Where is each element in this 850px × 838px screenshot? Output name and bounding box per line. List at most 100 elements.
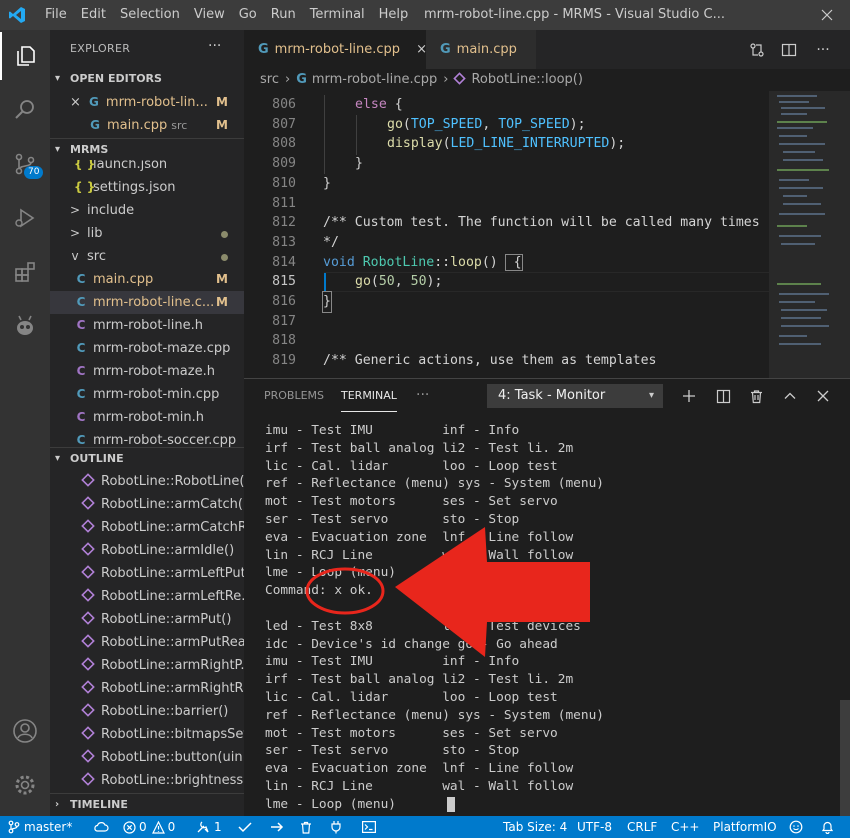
code-editor[interactable]: 806 else { 807 go(TOP_SPEED, TOP_SPEED); 8…	[244, 95, 769, 375]
outline-item[interactable]: RobotLine::armLeftPut()	[50, 562, 244, 585]
more-icon: ···	[816, 41, 830, 58]
serial-monitor-button[interactable]	[330, 816, 342, 838]
run-debug-button[interactable]	[0, 194, 50, 242]
open-editor-name: mrm-robot-lin...	[105, 95, 208, 110]
tree-item-mrm-robot-line-h[interactable]: Cmrm-robot-line.h	[50, 314, 244, 337]
outline-item[interactable]: RobotLine::armLeftRe...	[50, 585, 244, 608]
outline-item[interactable]: RobotLine::armIdle()	[50, 539, 244, 562]
panel-more-button[interactable]: ···	[416, 379, 429, 412]
menu-view[interactable]: View	[187, 0, 232, 30]
extensions-button[interactable]	[0, 248, 50, 296]
manage-button[interactable]	[0, 761, 50, 809]
sidebar-more-button[interactable]: ···	[208, 38, 221, 54]
tree-item-mrm-robot-min-cpp[interactable]: Cmrm-robot-min.cpp	[50, 383, 244, 406]
tree-item-mrm-robot-soccer-cpp[interactable]: Cmrm-robot-soccer.cpp	[50, 429, 244, 447]
open-editor-item[interactable]: Gmain.cpp src M	[50, 114, 244, 137]
build-button[interactable]	[238, 816, 252, 838]
menu-file[interactable]: File	[38, 0, 74, 30]
menu-terminal[interactable]: Terminal	[303, 0, 372, 30]
editor-more-button[interactable]: ···	[808, 30, 838, 69]
menu-help[interactable]: Help	[372, 0, 416, 30]
tab-main-cpp[interactable]: Gmain.cpp	[426, 30, 536, 69]
explorer-button[interactable]	[0, 32, 50, 80]
terminal-scrollbar[interactable]	[840, 700, 850, 817]
outline-item[interactable]: RobotLine::brightness...	[50, 769, 244, 792]
outline-item[interactable]: RobotLine::armPut()	[50, 608, 244, 631]
tree-item-mrm-robot-min-h[interactable]: Cmrm-robot-min.h	[50, 406, 244, 429]
branch-status[interactable]: master*	[8, 816, 72, 838]
compare-changes-button[interactable]	[742, 30, 772, 69]
clean-button[interactable]	[300, 816, 312, 838]
outline-header[interactable]: ▾ OUTLINE	[50, 447, 244, 469]
tree-item-src[interactable]: v src	[50, 245, 244, 268]
tree-item-mrm-robot-maze-h[interactable]: Cmrm-robot-maze.h	[50, 360, 244, 383]
tab-mrm-robot-line-cpp[interactable]: Gmrm-robot-line.cpp ×	[244, 30, 427, 69]
outline-item[interactable]: RobotLine::armCatchR...	[50, 516, 244, 539]
open-editor-item[interactable]: × Gmrm-robot-lin... M	[50, 91, 244, 114]
outline-item[interactable]: RobotLine::armPutRea...	[50, 631, 244, 654]
problems-status[interactable]: 0 0	[123, 816, 175, 838]
outline-item[interactable]: RobotLine::barrier()	[50, 700, 244, 723]
breadcrumb-symbol[interactable]: RobotLine::loop()	[471, 72, 582, 87]
timeline-header[interactable]: › TIMELINE	[50, 793, 244, 815]
tab-terminal[interactable]: TERMINAL	[341, 379, 397, 412]
method-icon	[453, 72, 467, 85]
search-button[interactable]	[0, 86, 50, 134]
line-number: 815	[272, 274, 296, 290]
tree-item-launch-json[interactable]: { }launch.json	[50, 160, 244, 176]
kill-terminal-button[interactable]	[742, 383, 770, 409]
encoding-status[interactable]: UTF-8	[577, 816, 612, 838]
upload-button[interactable]	[270, 816, 284, 838]
outline-item[interactable]: RobotLine::armCatch()	[50, 493, 244, 516]
breadcrumb-folder[interactable]: src	[260, 72, 279, 87]
outline-item[interactable]: RobotLine::bitmapsSet()	[50, 723, 244, 746]
split-editor-button[interactable]	[774, 30, 804, 69]
feedback-button[interactable]	[789, 816, 803, 838]
outline-item-label: RobotLine::armRightP...	[101, 658, 244, 673]
extensions-icon	[15, 262, 35, 282]
split-terminal-button[interactable]	[709, 383, 737, 409]
platform-status[interactable]: PlatformIO	[713, 816, 777, 838]
outline-item[interactable]: RobotLine::armRightP...	[50, 654, 244, 677]
source-control-button[interactable]: 70	[0, 140, 50, 188]
tab-size-status[interactable]: Tab Size: 4	[503, 816, 567, 838]
project-header[interactable]: ▾ MRMS	[50, 138, 244, 160]
method-icon	[81, 634, 95, 648]
tab-problems[interactable]: PROBLEMS	[264, 379, 324, 412]
menu-edit[interactable]: Edit	[74, 0, 113, 30]
tree-item-main-cpp[interactable]: Cmain.cpp M	[50, 268, 244, 291]
tree-item-mrm-robot-line-cpp[interactable]: Cmrm-robot-line.c... M	[50, 291, 244, 314]
account-button[interactable]	[0, 707, 50, 755]
minimap-line	[779, 143, 825, 145]
terminal-select[interactable]: 4: Task - Monitor ▾	[487, 384, 663, 408]
sync-button[interactable]	[93, 816, 109, 838]
tab-label: main.cpp	[456, 42, 517, 57]
open-editors-header[interactable]: ▾ OPEN EDITORS	[50, 68, 244, 90]
close-window-button[interactable]	[804, 0, 850, 30]
close-icon[interactable]: ×	[70, 95, 81, 110]
outline-item[interactable]: RobotLine::RobotLine(...	[50, 470, 244, 493]
tree-item-include[interactable]: > include	[50, 199, 244, 222]
tree-item-mrm-robot-maze-cpp[interactable]: Cmrm-robot-maze.cpp	[50, 337, 244, 360]
tree-item-settings-json[interactable]: { }settings.json	[50, 176, 244, 199]
outline-item[interactable]: RobotLine::armRightR...	[50, 677, 244, 700]
code-token: else	[355, 97, 387, 112]
notifications-button[interactable]	[821, 816, 834, 838]
menu-go[interactable]: Go	[232, 0, 264, 30]
new-terminal-status-button[interactable]	[362, 816, 376, 838]
platformio-button[interactable]	[0, 302, 50, 350]
outline-item[interactable]: RobotLine::button(uin...	[50, 746, 244, 769]
tree-item-lib[interactable]: > lib	[50, 222, 244, 245]
language-status[interactable]: C++	[671, 816, 700, 838]
menu-selection[interactable]: Selection	[113, 0, 187, 30]
menu-run[interactable]: Run	[264, 0, 303, 30]
new-terminal-button[interactable]	[675, 383, 703, 409]
menu-bar: File Edit Selection View Go Run Terminal…	[38, 0, 415, 30]
tasks-status[interactable]: 1	[196, 816, 222, 838]
minimap[interactable]	[769, 91, 850, 391]
code-token: );	[609, 136, 626, 152]
close-panel-button[interactable]	[809, 383, 837, 409]
maximize-panel-button[interactable]	[776, 383, 804, 409]
breadcrumb-file[interactable]: mrm-robot-line.cpp	[312, 72, 437, 87]
eol-status[interactable]: CRLF	[627, 816, 657, 838]
